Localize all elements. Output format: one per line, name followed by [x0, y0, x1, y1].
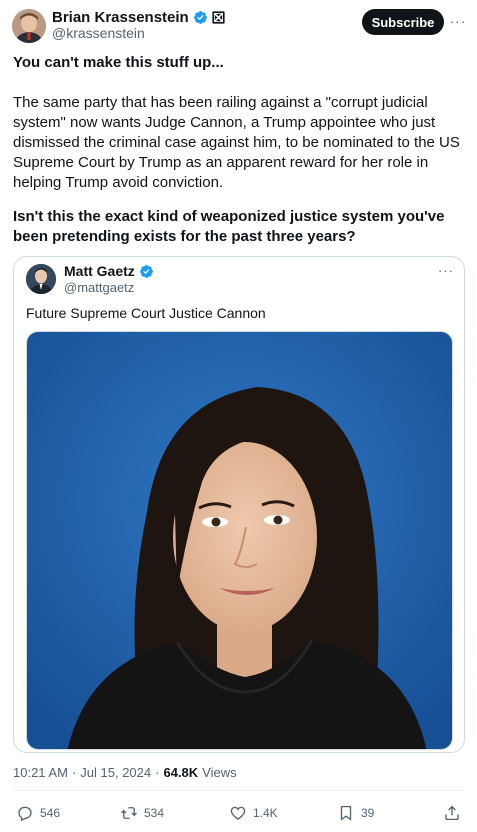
quoted-handle[interactable]: @mattgaetz: [64, 280, 134, 295]
tweet-meta: 10:21 AM · Jul 15, 2024 · 64.8K Views: [13, 765, 237, 780]
retweet-count: 534: [144, 806, 165, 820]
action-bar: 546 534 1.4K 39: [0, 800, 477, 826]
author-avatar-image: [12, 9, 46, 43]
meta-separator-2: ·: [155, 765, 160, 780]
tweet-text-line2: The same party that has been railing aga…: [13, 94, 460, 191]
quoted-tweet-text: Future Supreme Court Justice Cannon: [26, 305, 266, 321]
author-display-name[interactable]: Brian Krassenstein: [52, 9, 189, 26]
quoted-more-options-icon[interactable]: ···: [438, 263, 454, 278]
share-button[interactable]: [443, 800, 461, 826]
reply-button[interactable]: 546: [16, 800, 60, 826]
author-avatar[interactable]: [12, 9, 46, 43]
like-count: 1.4K: [253, 806, 278, 820]
quoted-avatar-image: [26, 264, 56, 294]
share-icon: [445, 805, 459, 821]
portrait-photo: [27, 332, 452, 749]
author-name-row: Brian Krassenstein: [52, 8, 225, 26]
views-label: Views: [202, 765, 237, 780]
subscribe-button[interactable]: Subscribe: [362, 9, 444, 35]
verified-badge-icon: [193, 10, 207, 24]
tweet-time[interactable]: 10:21 AM: [13, 765, 68, 780]
tweet-text-line3: Isn't this the exact kind of weaponized …: [13, 208, 445, 245]
quoted-verified-badge-icon: [139, 264, 153, 278]
tweet: Brian Krassenstein @krassenstein Subscri…: [0, 0, 477, 832]
reply-count: 546: [40, 806, 61, 820]
affiliate-badge-icon: [212, 10, 225, 24]
bookmark-button[interactable]: 39: [337, 800, 374, 826]
divider: [13, 790, 465, 791]
views-count: 64.8K: [163, 765, 199, 780]
bookmark-count: 39: [361, 806, 375, 820]
meta-separator: ·: [71, 765, 77, 780]
quoted-tweet[interactable]: Matt Gaetz @mattgaetz ··· Future Supreme…: [13, 256, 465, 753]
retweet-icon: [121, 807, 137, 819]
quoted-author-avatar[interactable]: [26, 264, 56, 294]
like-button[interactable]: 1.4K: [229, 800, 278, 826]
tweet-date[interactable]: Jul 15, 2024: [80, 765, 151, 780]
reply-icon: [18, 806, 32, 822]
bookmark-icon: [340, 805, 352, 821]
quoted-photo[interactable]: [26, 331, 453, 750]
quoted-display-name[interactable]: Matt Gaetz: [64, 263, 135, 279]
retweet-button[interactable]: 534: [120, 800, 164, 826]
author-handle[interactable]: @krassenstein: [52, 25, 145, 41]
quoted-name-row: Matt Gaetz: [64, 263, 154, 279]
heart-icon: [230, 806, 246, 820]
more-options-icon[interactable]: ···: [449, 12, 467, 30]
tweet-text-line1: You can't make this stuff up...: [13, 54, 224, 71]
